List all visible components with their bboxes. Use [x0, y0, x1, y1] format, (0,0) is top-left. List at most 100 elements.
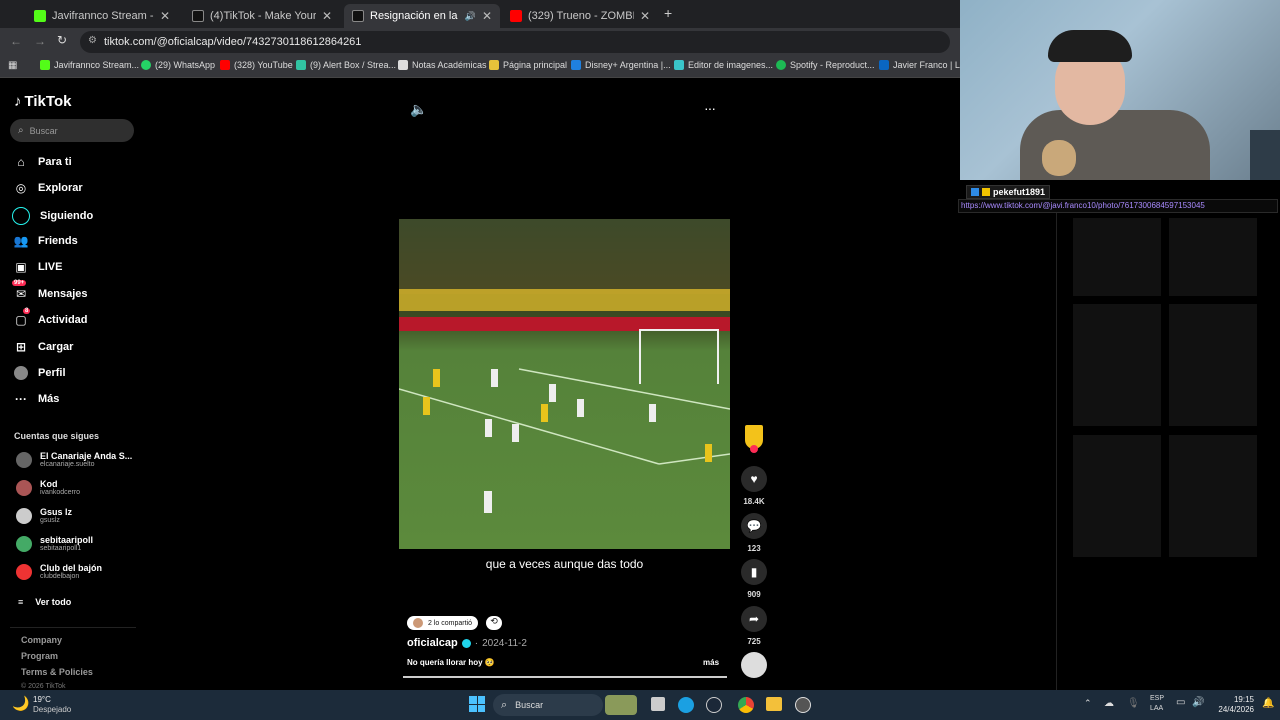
forward-icon[interactable]: →: [34, 34, 46, 48]
author-name[interactable]: oficialcap: [407, 637, 458, 649]
share-button[interactable]: ➦: [741, 606, 767, 632]
steam-icon[interactable]: [706, 697, 722, 713]
content-tile[interactable]: [1073, 218, 1161, 296]
kick-icon: [40, 60, 50, 70]
microphone-icon[interactable]: 🎙: [1127, 698, 1140, 709]
obs-icon[interactable]: [795, 697, 811, 713]
clock-date[interactable]: 24/4/2026: [1206, 705, 1254, 714]
pitch-lines: [399, 368, 730, 465]
options-icon[interactable]: ···: [704, 100, 716, 116]
language-bottom[interactable]: LAA: [1150, 705, 1163, 712]
network-icon[interactable]: ▭: [1176, 697, 1185, 708]
content-tile[interactable]: [1169, 304, 1257, 426]
tab-tiktok-home[interactable]: (4)TikTok - Make Your Day ✕: [184, 4, 340, 28]
following-account[interactable]: Gsus lz gsuslz: [16, 507, 72, 524]
nav-explorar[interactable]: ◎ Explorar: [14, 181, 83, 195]
youtube-icon: [510, 10, 522, 22]
nav-friends[interactable]: 👥 Friends: [14, 234, 78, 248]
nav-cargar[interactable]: ⊞ Cargar: [14, 340, 74, 354]
nav-mensajes[interactable]: ✉ 99+ Mensajes: [12, 280, 88, 301]
nav-perfil[interactable]: Perfil: [14, 366, 66, 380]
file-explorer-icon[interactable]: [766, 697, 782, 711]
volume-icon[interactable]: 🔈: [410, 101, 427, 118]
bookmark-linkedin[interactable]: Javier Franco | Link: [879, 60, 971, 70]
edge-icon[interactable]: [678, 697, 694, 713]
bookmark-youtube[interactable]: (328) YouTube: [220, 60, 293, 70]
close-tab-icon[interactable]: ✕: [322, 9, 332, 23]
bookmark-whatsapp[interactable]: (29) WhatsApp: [141, 60, 215, 70]
footer-program[interactable]: Program: [21, 651, 58, 661]
webcam-overlay: [960, 0, 1280, 180]
close-tab-icon[interactable]: ✕: [482, 9, 492, 23]
apps-grid-icon[interactable]: ▦: [8, 60, 17, 71]
close-tab-icon[interactable]: ✕: [640, 9, 650, 23]
bookmark-spotify[interactable]: Spotify - Reproduct...: [776, 60, 875, 70]
see-all-link[interactable]: ≡ Ver todo: [18, 597, 71, 607]
repost-icon[interactable]: ⟲: [486, 616, 502, 630]
search-highlight-icon[interactable]: [605, 695, 637, 715]
follow-plus-icon[interactable]: [750, 445, 758, 453]
like-button[interactable]: ♥: [741, 466, 767, 492]
nav-para-ti[interactable]: ⌂ Para ti: [14, 155, 71, 169]
bookmark-streamlabs[interactable]: (9) Alert Box / Strea...: [296, 60, 396, 70]
nav-live[interactable]: ▣ LIVE: [14, 260, 62, 274]
weather-icon[interactable]: 🌙: [12, 695, 29, 712]
new-tab-icon[interactable]: +: [664, 5, 672, 21]
language-top[interactable]: ESP: [1150, 695, 1164, 702]
content-tile[interactable]: [1073, 435, 1161, 557]
back-icon[interactable]: ←: [10, 34, 22, 48]
windows-start-icon[interactable]: [469, 696, 485, 712]
taskbar-search-label: Buscar: [515, 700, 544, 710]
nav-label: LIVE: [38, 261, 63, 273]
tab-youtube[interactable]: (329) Trueno - ZOMBI (Official V ✕: [502, 4, 658, 28]
clock-time[interactable]: 19:15: [1212, 695, 1254, 704]
bookmark-pagina-principal[interactable]: Página principal: [489, 60, 567, 70]
content-tile[interactable]: [1073, 304, 1161, 426]
nav-label: Siguiendo: [40, 210, 94, 222]
editor-icon: [674, 60, 684, 70]
music-disc-icon[interactable]: [741, 652, 767, 678]
reload-icon[interactable]: ↻: [57, 33, 67, 47]
following-account[interactable]: El Canariaje Anda S... elcanariaje.suelto: [16, 451, 132, 468]
volume-icon[interactable]: 🔊: [1192, 697, 1204, 708]
video-progress-bar[interactable]: [403, 676, 727, 678]
close-tab-icon[interactable]: ✕: [160, 9, 170, 23]
onedrive-icon[interactable]: ☁: [1104, 698, 1114, 709]
following-account[interactable]: Club del bajón clubdelbajon: [16, 563, 102, 580]
tiktok-logo[interactable]: ♪ TikTok: [14, 93, 71, 110]
post-date: 2024-11-2: [482, 637, 527, 649]
nav-actividad[interactable]: ▢ 8 Actividad: [14, 308, 88, 327]
content-tile[interactable]: [1169, 218, 1257, 296]
shared-by-pill[interactable]: 2 lo compartió: [407, 616, 478, 630]
bookmark-editor[interactable]: Editor de imagenes...: [674, 60, 773, 70]
bookmark-notas[interactable]: Notas Académicas: [398, 60, 487, 70]
tab-tiktok-video[interactable]: Resignación en la Noche: Fi 🔊 ✕: [344, 4, 500, 28]
whatsapp-icon: [141, 60, 151, 70]
tab-kick-stream[interactable]: Javifrannco Stream - Watch Live ✕: [26, 4, 178, 28]
site-info-icon[interactable]: ⚙: [88, 35, 97, 46]
task-view-icon[interactable]: [651, 697, 665, 711]
taskbar-search[interactable]: ⌕ Buscar: [493, 694, 603, 716]
footer-terms[interactable]: Terms & Policies: [21, 667, 93, 677]
player: [649, 404, 656, 422]
footer-company[interactable]: Company: [21, 635, 62, 645]
tiktok-icon: [352, 10, 364, 22]
kick-icon: [34, 10, 46, 22]
speaker-icon[interactable]: 🔊: [465, 11, 476, 22]
following-account[interactable]: sebitaaripoll sebitaaripoll1: [16, 535, 93, 552]
comment-button[interactable]: 💬: [741, 513, 767, 539]
address-bar[interactable]: ⚙ tiktok.com/@oficialcap/video/743273011…: [80, 31, 950, 53]
following-account[interactable]: Kod ivankodcerro: [16, 479, 80, 496]
save-button[interactable]: ▮: [741, 559, 767, 585]
nav-siguiendo[interactable]: Siguiendo: [12, 207, 94, 225]
video-player[interactable]: [399, 219, 730, 549]
content-tile[interactable]: [1169, 435, 1257, 557]
bookmark-kick[interactable]: Javifrannco Stream...: [40, 60, 139, 70]
bookmark-disney[interactable]: Disney+ Argentina |...: [571, 60, 671, 70]
more-link[interactable]: más: [703, 658, 719, 667]
chevron-up-icon[interactable]: ⌃: [1084, 698, 1092, 709]
notification-bell-icon[interactable]: 🔔: [1262, 698, 1274, 709]
chrome-icon[interactable]: [738, 697, 754, 713]
nav-mas[interactable]: ··· Más: [14, 392, 59, 406]
search-input[interactable]: ⌕ Buscar: [10, 119, 134, 142]
